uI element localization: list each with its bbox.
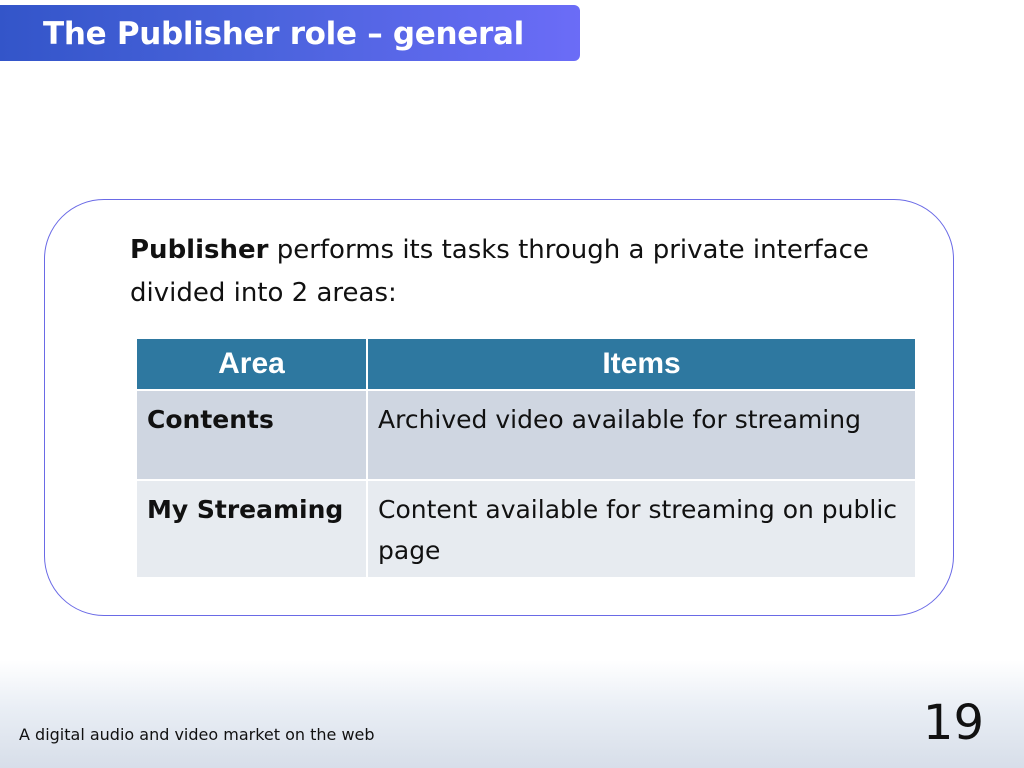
table-row: My Streaming Content available for strea… <box>137 480 915 579</box>
header-items: Items <box>367 339 915 391</box>
items-cell: Content available for streaming on publi… <box>367 480 915 579</box>
intro-paragraph: Publisher performs its tasks through a p… <box>130 229 920 315</box>
areas-table: Area Items Contents Archived video avail… <box>137 339 915 579</box>
slide-title: The Publisher role – general <box>43 16 524 52</box>
footer-band <box>0 660 1024 768</box>
page-number: 19 <box>922 695 984 751</box>
intro-bold-term: Publisher <box>130 235 269 265</box>
title-bar: The Publisher role – general <box>0 5 580 61</box>
header-area: Area <box>137 339 368 391</box>
table-row: Contents Archived video available for st… <box>137 390 915 481</box>
table-header-row: Area Items <box>137 339 915 391</box>
area-cell: My Streaming <box>137 480 368 579</box>
items-cell: Archived video available for streaming <box>367 390 915 481</box>
area-cell: Contents <box>137 390 368 481</box>
footer-text: A digital audio and video market on the … <box>19 725 375 744</box>
